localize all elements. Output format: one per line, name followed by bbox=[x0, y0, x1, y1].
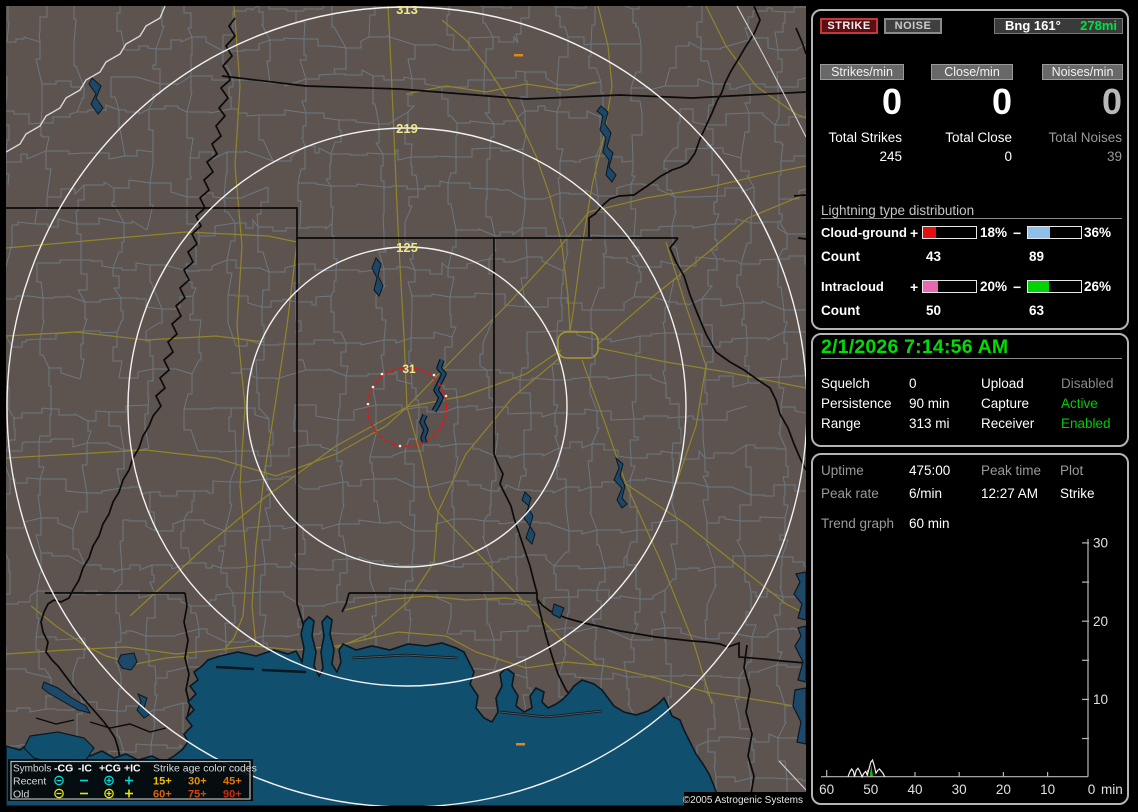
svg-text:60+: 60+ bbox=[153, 789, 172, 801]
svg-text:Old: Old bbox=[13, 789, 30, 801]
svg-text:40: 40 bbox=[907, 782, 922, 797]
svg-text:Symbols: Symbols bbox=[13, 764, 51, 775]
svg-text:-CG: -CG bbox=[54, 763, 73, 775]
svg-text:31: 31 bbox=[402, 362, 416, 376]
svg-text:15+: 15+ bbox=[153, 776, 172, 788]
svg-text:20: 20 bbox=[996, 782, 1011, 797]
svg-text:+IC: +IC bbox=[124, 763, 141, 775]
svg-text:0: 0 bbox=[1088, 782, 1096, 797]
svg-text:90+: 90+ bbox=[223, 789, 242, 801]
svg-text:©2005 Astrogenic Systems: ©2005 Astrogenic Systems bbox=[683, 795, 803, 806]
svg-text:Recent: Recent bbox=[13, 776, 46, 788]
svg-text:+CG: +CG bbox=[99, 763, 121, 775]
svg-text:50: 50 bbox=[863, 782, 878, 797]
svg-text:313: 313 bbox=[396, 6, 418, 17]
svg-text:min: min bbox=[1101, 782, 1123, 797]
svg-text:45+: 45+ bbox=[223, 776, 242, 788]
svg-text:75+: 75+ bbox=[188, 789, 207, 801]
svg-text:10: 10 bbox=[1040, 782, 1055, 797]
svg-text:125: 125 bbox=[396, 240, 418, 255]
svg-text:219: 219 bbox=[396, 121, 418, 136]
svg-text:30: 30 bbox=[1093, 536, 1108, 551]
svg-text:30+: 30+ bbox=[188, 776, 207, 788]
svg-text:10: 10 bbox=[1093, 692, 1108, 707]
svg-text:-IC: -IC bbox=[78, 763, 92, 775]
svg-text:60: 60 bbox=[819, 782, 834, 797]
svg-text:20: 20 bbox=[1093, 614, 1108, 629]
svg-text:30: 30 bbox=[952, 782, 967, 797]
svg-text:Strike age color codes: Strike age color codes bbox=[153, 763, 257, 775]
